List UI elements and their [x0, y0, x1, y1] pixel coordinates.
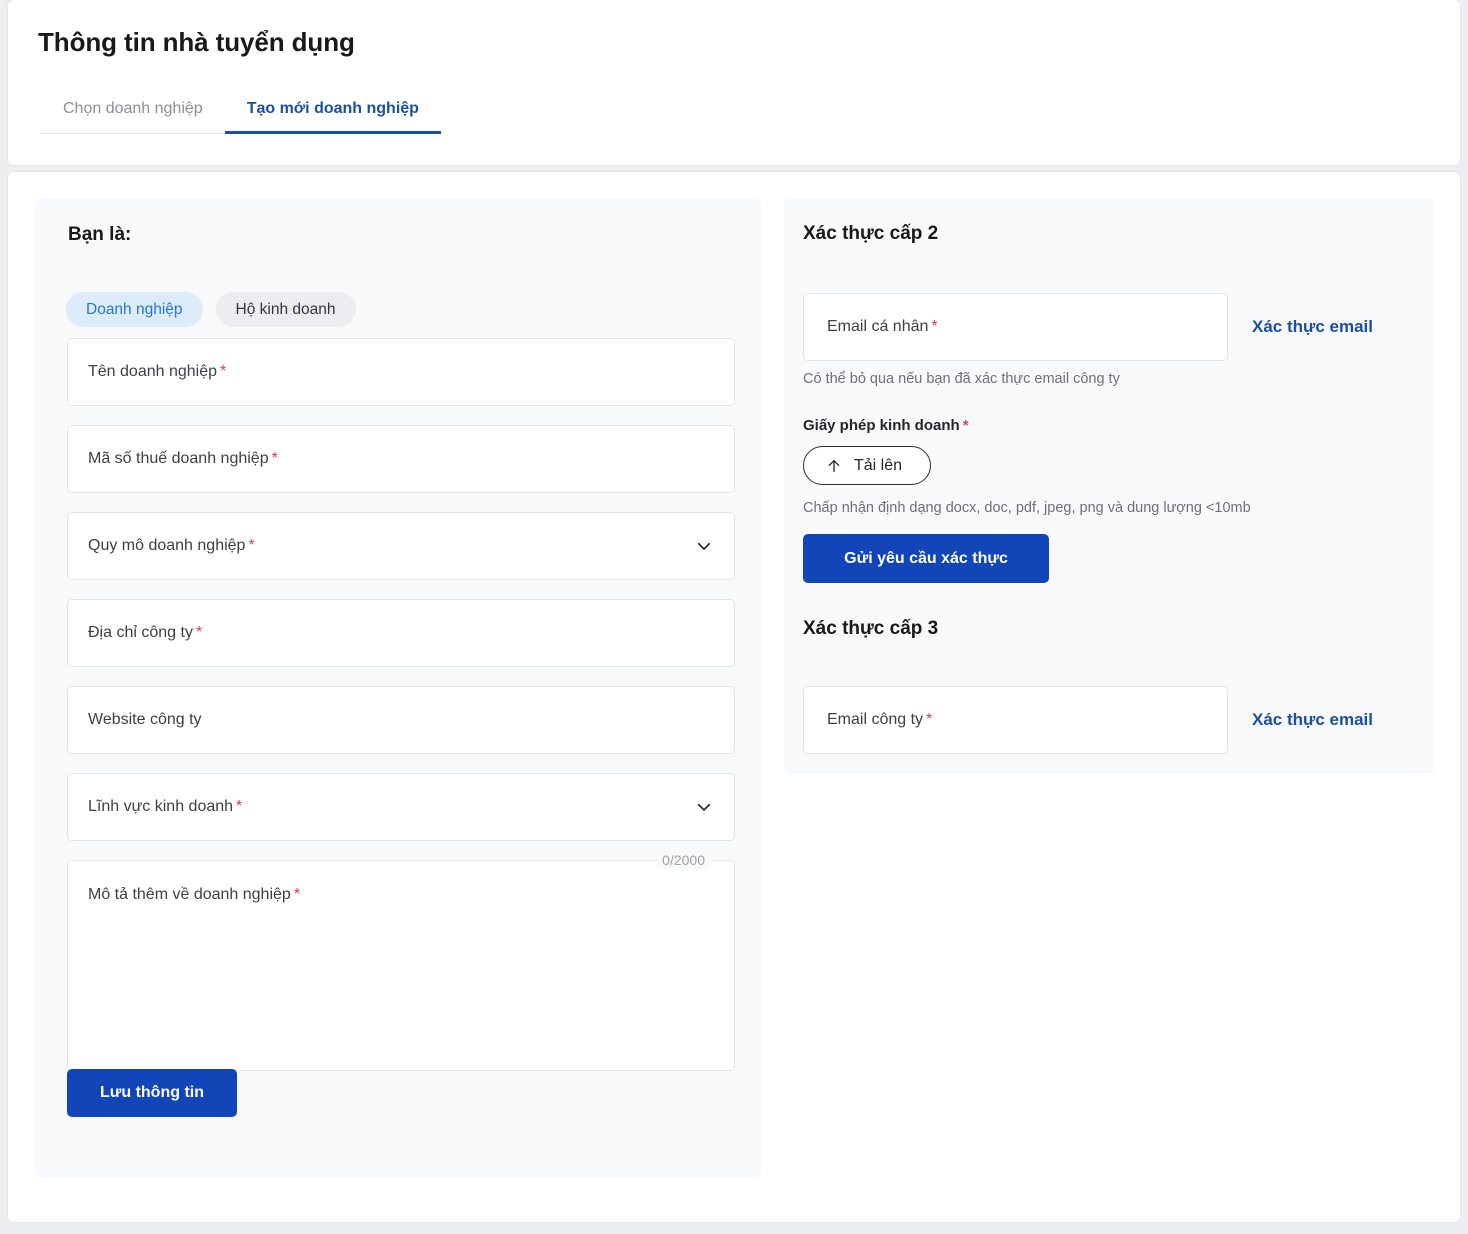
field-label: Mô tả thêm về doanh nghiệp * [88, 886, 300, 904]
field-mo-ta-doanh-nghiep[interactable]: 0/2000 Mô tả thêm về doanh nghiệp * [67, 851, 735, 1071]
chip-label: Doanh nghiệp [86, 300, 183, 318]
verify-personal-email-link[interactable]: Xác thực email [1252, 317, 1373, 337]
level3-email-row: Email công ty * Xác thực email [803, 686, 1373, 754]
field-label: Website công ty [68, 711, 202, 729]
tab-label: Tạo mới doanh nghiệp [246, 100, 419, 117]
field-label-text: Quy mô doanh nghiệp [88, 537, 246, 554]
field-label-text: Tên doanh nghiệp [88, 363, 217, 380]
entity-type-chip-group: Doanh nghiệp Hộ kinh doanh [66, 292, 356, 327]
page-root: Thông tin nhà tuyển dụng Chọn doanh nghi… [0, 0, 1468, 1234]
field-label: Địa chỉ công ty * [68, 624, 202, 642]
tab-label: Chọn doanh nghiệp [63, 100, 203, 117]
save-button[interactable]: Lưu thông tin [67, 1069, 237, 1117]
field-quy-mo-doanh-nghiep[interactable]: Quy mô doanh nghiệp * [67, 512, 735, 580]
required-mark: * [248, 537, 255, 554]
tab-tao-moi-doanh-nghiep[interactable]: Tạo mới doanh nghiệp [224, 96, 442, 134]
character-counter: 0/2000 [657, 851, 710, 869]
upload-button[interactable]: Tải lên [803, 446, 931, 485]
required-mark: * [293, 886, 301, 903]
field-label: Email công ty * [804, 711, 932, 729]
header-card: Thông tin nhà tuyển dụng Chọn doanh nghi… [8, 0, 1460, 165]
chevron-down-icon[interactable] [695, 537, 713, 555]
upload-arrow-icon [826, 457, 842, 475]
field-label-text: Website công ty [88, 711, 202, 728]
required-mark: * [926, 711, 933, 728]
level2-email-hint: Có thể bỏ qua nếu bạn đã xác thực email … [803, 371, 1120, 387]
form-fields: Tên doanh nghiệp * Mã số thuế doanh nghiệ… [67, 338, 735, 1071]
field-label: Mã số thuế doanh nghiệp * [68, 450, 278, 468]
field-label: Quy mô doanh nghiệp * [68, 537, 255, 555]
chip-ho-kinh-doanh[interactable]: Hộ kinh doanh [215, 292, 356, 327]
required-mark: * [220, 363, 227, 380]
chip-doanh-nghiep[interactable]: Doanh nghiệp [66, 292, 203, 327]
required-mark: * [236, 798, 243, 815]
level2-email-row: Email cá nhân * Xác thực email [803, 293, 1373, 361]
field-label-text: Mô tả thêm về doanh nghiệp [88, 886, 291, 903]
verification-panel: Xác thực cấp 2 Email cá nhân * Xác thực e… [784, 198, 1434, 774]
level2-heading: Xác thực cấp 2 [803, 223, 939, 244]
business-license-label-text: Giấy phép kinh doanh [803, 417, 960, 434]
field-dia-chi-cong-ty[interactable]: Địa chỉ công ty * [67, 599, 735, 667]
level3-heading: Xác thực cấp 3 [803, 618, 939, 639]
company-form-panel: Bạn là: Doanh nghiệp Hộ kinh doanh Tên d… [35, 198, 761, 1178]
tab-bar: Chọn doanh nghiệp Tạo mới doanh nghiệp [41, 96, 442, 134]
field-label: Email cá nhân * [804, 318, 938, 336]
personal-email-input[interactable]: Email cá nhân * [803, 293, 1228, 361]
business-license-label: Giấy phép kinh doanh * [803, 417, 969, 434]
field-linh-vuc-kinh-doanh[interactable]: Lĩnh vực kinh doanh * [67, 773, 735, 841]
field-label-text: Email cá nhân [827, 318, 929, 335]
field-ma-so-thue[interactable]: Mã số thuế doanh nghiệp * [67, 425, 735, 493]
required-mark: * [931, 318, 938, 335]
page-title: Thông tin nhà tuyển dụng [38, 27, 355, 57]
upload-button-label: Tải lên [854, 456, 903, 474]
upload-format-hint: Chấp nhận định dạng docx, doc, pdf, jpeg… [803, 500, 1251, 516]
required-mark: * [195, 624, 203, 641]
field-label: Tên doanh nghiệp * [68, 363, 226, 381]
verify-company-email-link[interactable]: Xác thực email [1252, 710, 1373, 730]
field-website-cong-ty[interactable]: Website công ty [67, 686, 735, 754]
required-mark: * [962, 417, 969, 434]
company-email-input[interactable]: Email công ty * [803, 686, 1228, 754]
chip-label: Hộ kinh doanh [235, 300, 336, 318]
chevron-down-icon[interactable] [695, 798, 713, 816]
field-label: Lĩnh vực kinh doanh * [68, 798, 242, 816]
field-label-text: Địa chỉ công ty [88, 624, 193, 641]
field-ten-doanh-nghiep[interactable]: Tên doanh nghiệp * [67, 338, 735, 531]
field-label-text: Email công ty [827, 711, 924, 728]
main-card: Bạn là: Doanh nghiệp Hộ kinh doanh Tên d… [8, 172, 1460, 1222]
field-label-text: Mã số thuế doanh nghiệp [88, 450, 269, 467]
required-mark: * [271, 450, 278, 467]
tab-chon-doanh-nghiep[interactable]: Chọn doanh nghiệp [41, 96, 225, 133]
you-are-heading: Bạn là: [68, 224, 132, 245]
submit-verification-button[interactable]: Gửi yêu cầu xác thực [803, 534, 1049, 583]
field-label-text: Lĩnh vực kinh doanh [88, 798, 234, 815]
